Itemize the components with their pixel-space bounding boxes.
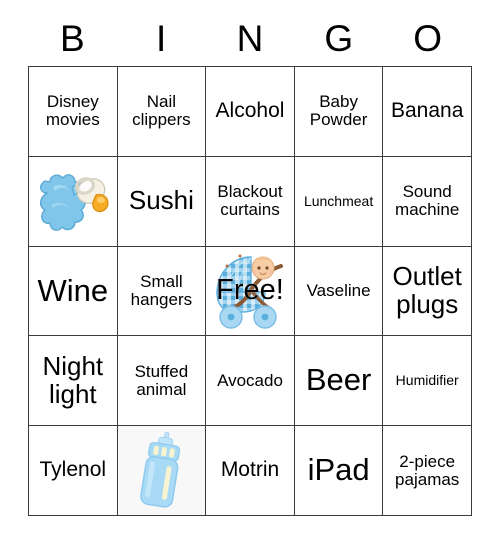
bingo-cell[interactable]: Banana — [383, 67, 472, 157]
bingo-cell[interactable]: Nail clippers — [117, 67, 207, 157]
bingo-cell[interactable]: iPad — [294, 426, 384, 516]
bingo-cell-label: Night light — [42, 351, 104, 409]
free-space-label: Free! — [216, 274, 284, 307]
bingo-cell-label: Nail clippers — [132, 92, 191, 130]
bingo-cell[interactable]: Motrin — [206, 426, 295, 516]
bingo-cell[interactable]: Sound machine — [383, 156, 472, 247]
bingo-cell-label: Vaseline — [306, 280, 371, 300]
bingo-cell[interactable]: Tylenol — [29, 426, 118, 516]
bingo-cell[interactable]: Alcohol — [206, 67, 295, 157]
header-letter-o: O — [413, 18, 442, 59]
bingo-cell-label: Blackout curtains — [217, 182, 283, 220]
bingo-cell-label: Small hangers — [130, 271, 193, 309]
bingo-cell[interactable]: Vaseline — [294, 246, 384, 337]
bingo-cell[interactable]: Avocado — [206, 336, 295, 427]
bingo-cell[interactable]: Beer — [294, 336, 384, 427]
bingo-cell-label: Stuffed animal — [134, 361, 189, 399]
bingo-cell[interactable]: Outlet plugs — [383, 246, 472, 337]
bingo-cell-label: Humidifier — [395, 372, 459, 389]
bingo-cell-label: Sushi — [128, 185, 194, 216]
bingo-cell-label: Beer — [305, 362, 372, 398]
bingo-grid: Disney movies Nail clippers Alcohol Baby… — [28, 66, 472, 516]
bingo-cell-label: Tylenol — [39, 458, 107, 482]
bingo-cell[interactable]: Stuffed animal — [117, 336, 207, 427]
bingo-cell[interactable]: Small hangers — [117, 246, 207, 337]
bingo-cell[interactable]: Blackout curtains — [206, 156, 295, 247]
bingo-cell[interactable]: Disney movies — [29, 67, 118, 157]
bingo-header: B I N G O — [28, 14, 472, 64]
header-letter-n: N — [236, 18, 264, 59]
bingo-free-space[interactable]: Free! — [206, 246, 295, 337]
bingo-cell[interactable] — [117, 426, 207, 516]
bingo-cell[interactable]: Humidifier — [383, 336, 472, 427]
header-letter-b: B — [60, 18, 85, 59]
bingo-cell[interactable]: Wine — [29, 246, 118, 337]
bingo-cell[interactable]: Baby Powder — [294, 67, 384, 157]
bingo-cell[interactable]: Lunchmeat — [294, 156, 384, 247]
bingo-cell-label: Wine — [37, 272, 109, 308]
bingo-cell-label: Lunchmeat — [303, 192, 374, 209]
bingo-cell-label: Sound machine — [395, 182, 460, 220]
bingo-cell-label: 2-piece pajamas — [395, 451, 460, 489]
bingo-cell-label: Banana — [390, 99, 464, 123]
bingo-cell-label: Disney movies — [45, 92, 100, 130]
bingo-cell-label: Alcohol — [215, 99, 285, 123]
bingo-cell[interactable]: 2-piece pajamas — [383, 426, 472, 516]
bingo-cell-label: iPad — [307, 452, 370, 488]
header-letter-g: G — [324, 18, 354, 59]
bingo-cell-label: Baby Powder — [309, 92, 368, 130]
bingo-cell[interactable]: Night light — [29, 336, 118, 427]
bingo-card: B I N G O Disney movies Nail clippers Al… — [0, 0, 500, 544]
bingo-cell[interactable] — [29, 156, 118, 247]
bingo-cell[interactable]: Sushi — [117, 156, 207, 247]
bingo-cell-label: Avocado — [217, 370, 283, 390]
bingo-cell-label: Outlet plugs — [392, 261, 462, 319]
pacifier-icon — [29, 157, 117, 246]
header-letter-i: I — [156, 18, 167, 59]
baby-bottle-icon — [118, 426, 206, 515]
bingo-cell-label: Motrin — [220, 458, 280, 482]
